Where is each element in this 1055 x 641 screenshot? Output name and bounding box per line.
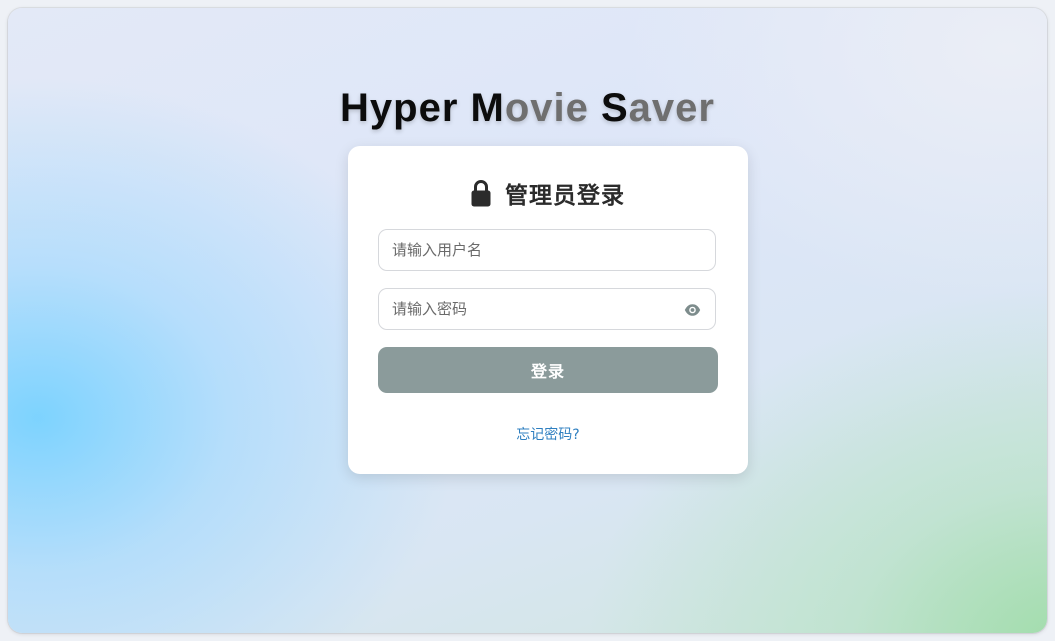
username-field[interactable]: [378, 229, 716, 271]
password-input[interactable]: [379, 289, 672, 329]
username-input[interactable]: [379, 230, 672, 270]
app-window: Hyper Movie Saver 管理员登录 请输入用户名 登录 忘记密码?: [8, 8, 1047, 633]
app-title-part: aver: [628, 86, 715, 130]
app-title-part: S: [588, 86, 629, 130]
app-title-part: M: [470, 86, 505, 130]
login-card: 管理员登录 登录 忘记密码?: [348, 146, 748, 474]
lock-icon: [471, 179, 491, 207]
app-title-part: Hyper: [340, 86, 471, 130]
password-field[interactable]: [378, 288, 716, 330]
login-button[interactable]: 登录: [378, 347, 718, 393]
login-title: 管理员登录: [505, 183, 625, 209]
app-title-part: ovie: [504, 86, 589, 130]
eye-icon[interactable]: [684, 302, 701, 316]
login-header: 管理员登录: [348, 176, 748, 210]
forgot-password-link[interactable]: 忘记密码?: [348, 424, 748, 444]
app-title: Hyper Movie Saver: [8, 86, 1047, 131]
